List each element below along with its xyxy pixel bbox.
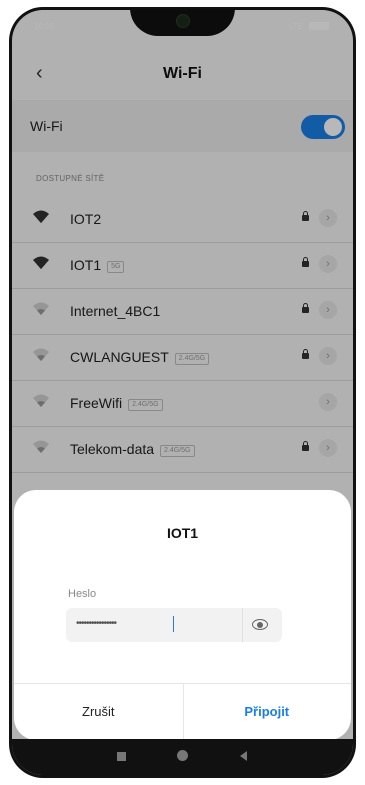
recents-square-icon[interactable] [117, 752, 126, 761]
screen: 10:00 LTE ‹ Wi-Fi Wi-Fi DOSTUPNÉ SÍTĚ IO… [12, 10, 353, 775]
text-caret [173, 616, 174, 632]
password-value: •••••••••••••••• [76, 618, 117, 629]
home-circle-icon[interactable] [177, 750, 188, 761]
cancel-button[interactable]: Zrušit [14, 684, 184, 740]
show-password-eye-icon[interactable] [252, 619, 268, 630]
back-triangle-icon[interactable] [240, 751, 247, 761]
connect-button[interactable]: Připojit [183, 684, 352, 740]
password-label: Heslo [68, 588, 97, 600]
phone-frame: 10:00 LTE ‹ Wi-Fi Wi-Fi DOSTUPNÉ SÍTĚ IO… [9, 7, 356, 778]
system-nav-bar [12, 739, 353, 775]
field-divider [242, 608, 243, 642]
dialog-actions: Zrušit Připojit [14, 683, 351, 740]
password-field[interactable]: •••••••••••••••• [66, 608, 282, 642]
dialog-title: IOT1 [166, 525, 199, 541]
wifi-password-dialog: IOT1 Heslo •••••••••••••••• Zrušit Připo… [14, 490, 351, 740]
